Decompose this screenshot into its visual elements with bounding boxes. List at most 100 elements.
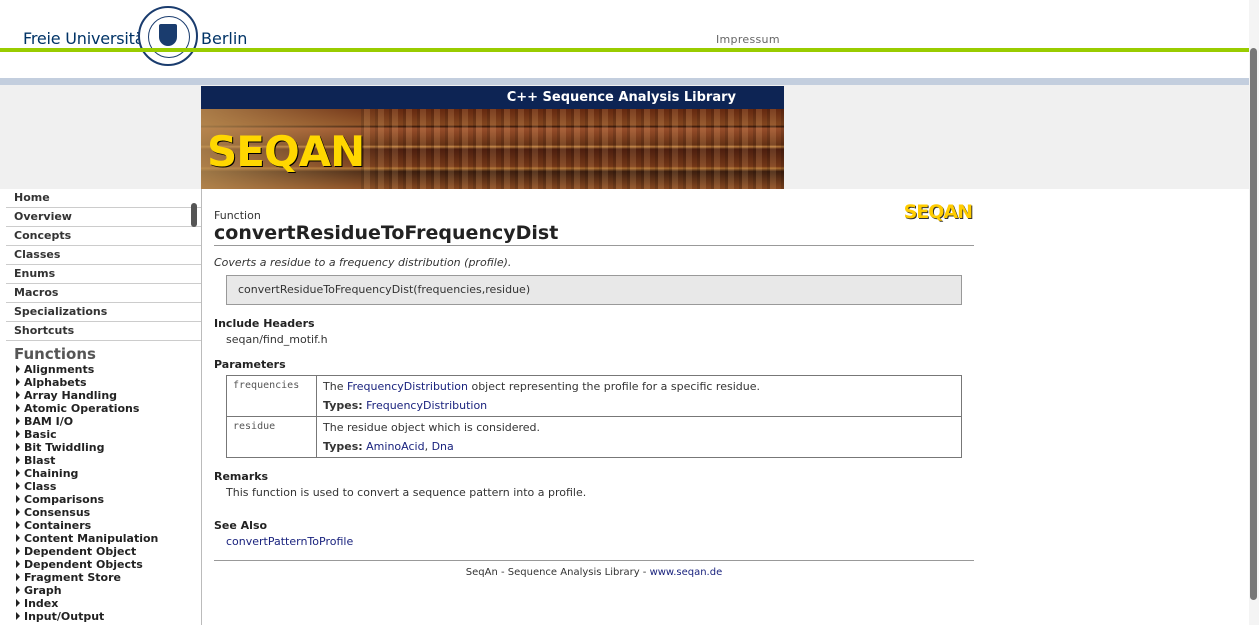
sidebar-nav: Home Overview Concepts Classes Enums Mac… (6, 189, 202, 625)
function-group-item[interactable]: Basic (6, 428, 201, 441)
banner-title: C++ Sequence Analysis Library (201, 86, 784, 109)
expand-triangle-icon (16, 534, 20, 542)
function-group-item[interactable]: Class (6, 480, 201, 493)
function-group-item[interactable]: Consensus (6, 506, 201, 519)
university-seal-icon[interactable] (138, 6, 198, 66)
function-group-item[interactable]: Bit Twiddling (6, 441, 201, 454)
banner: C++ Sequence Analysis Library SEQAN (201, 86, 784, 189)
expand-triangle-icon (16, 365, 20, 373)
expand-triangle-icon (16, 560, 20, 568)
function-group-item[interactable]: Input/Output (6, 610, 201, 623)
function-group-item[interactable]: Dependent Object (6, 545, 201, 558)
banner-area: C++ Sequence Analysis Library SEQAN (0, 85, 1259, 189)
function-group-item[interactable]: Content Manipulation (6, 532, 201, 545)
function-group-label: Class (24, 480, 57, 493)
expand-triangle-icon (16, 417, 20, 425)
table-row: frequencies The FrequencyDistribution ob… (226, 375, 962, 417)
expand-triangle-icon (16, 404, 20, 412)
university-name[interactable]: Freie Universität (23, 29, 151, 48)
type-link-dna[interactable]: Dna (432, 440, 454, 453)
nav-item-shortcuts[interactable]: Shortcuts (6, 322, 201, 341)
table-row: residue The residue object which is cons… (226, 416, 962, 458)
function-group-item[interactable]: Fragment Store (6, 571, 201, 584)
function-signature: convertResidueToFrequencyDist(frequencie… (226, 275, 962, 305)
function-group-label: Graph (24, 584, 62, 597)
function-group-label: Alignments (24, 363, 95, 376)
header-green-rule (0, 48, 1259, 52)
nav-item-home[interactable]: Home (6, 189, 201, 208)
function-group-item[interactable]: Graph (6, 584, 201, 597)
nav-item-overview[interactable]: Overview (6, 208, 201, 227)
function-group-label: Input/Output (24, 610, 105, 623)
function-group-item[interactable]: Alphabets (6, 376, 201, 389)
function-group-item[interactable]: Array Handling (6, 389, 201, 402)
function-group-label: Blast (24, 454, 56, 467)
doc-kind: Function (214, 209, 261, 222)
seqan-logo[interactable]: SEQAN (207, 127, 365, 176)
page-footer: SeqAn - Sequence Analysis Library - www.… (214, 567, 974, 578)
frequencydistribution-link[interactable]: FrequencyDistribution (347, 380, 468, 393)
doc-content: SEQAN Function convertResidueToFrequency… (214, 195, 974, 578)
doc-summary: Coverts a residue to a frequency distrib… (214, 256, 512, 269)
sidebar-scrollbar[interactable] (191, 203, 197, 227)
function-group-item[interactable]: Blast (6, 454, 201, 467)
function-group-item[interactable]: BAM I/O (6, 415, 201, 428)
function-group-label: Bit Twiddling (24, 441, 105, 454)
expand-triangle-icon (16, 482, 20, 490)
seqan-website-link[interactable]: www.seqan.de (650, 567, 723, 578)
function-group-item[interactable]: Comparisons (6, 493, 201, 506)
nav-item-specializations[interactable]: Specializations (6, 303, 201, 322)
type-link-aminoacid[interactable]: AminoAcid (366, 440, 424, 453)
function-group-label: Containers (24, 519, 92, 532)
function-group-label: Chaining (24, 467, 79, 480)
function-group-label: Dependent Objects (24, 558, 143, 571)
function-group-item[interactable]: Alignments (6, 363, 201, 376)
function-group-label: Dependent Object (24, 545, 137, 558)
types-label: Types: (323, 399, 363, 412)
window-scrollbar-thumb[interactable] (1250, 48, 1257, 600)
function-group-list: Alignments Alphabets Array Handling Atomic … (6, 363, 201, 623)
expand-triangle-icon (16, 521, 20, 529)
expand-triangle-icon (16, 443, 20, 451)
nav-item-enums[interactable]: Enums (6, 265, 201, 284)
param-desc-text: object representing the profile for a sp… (467, 380, 760, 393)
function-group-label: Consensus (24, 506, 91, 519)
expand-triangle-icon (16, 430, 20, 438)
param-description: The FrequencyDistribution object represe… (316, 375, 962, 417)
footer-text: SeqAn - Sequence Analysis Library - (465, 567, 650, 578)
footer-divider (214, 560, 974, 561)
function-group-label: Array Handling (24, 389, 118, 402)
site-header: Freie Universität Berlin Impressum (0, 0, 1259, 85)
include-headers-heading: Include Headers (214, 317, 315, 330)
impressum-link[interactable]: Impressum (716, 33, 780, 46)
see-also-link[interactable]: convertPatternToProfile (226, 535, 353, 548)
nav-item-concepts[interactable]: Concepts (6, 227, 201, 246)
expand-triangle-icon (16, 391, 20, 399)
type-link-frequencydistribution[interactable]: FrequencyDistribution (366, 399, 487, 412)
expand-triangle-icon (16, 599, 20, 607)
function-group-item[interactable]: Containers (6, 519, 201, 532)
param-description: The residue object which is considered. … (316, 416, 962, 458)
param-name: frequencies (226, 375, 317, 417)
expand-triangle-icon (16, 469, 20, 477)
banner-bookshelf-image: SEQAN (201, 109, 784, 189)
function-group-label: Index (24, 597, 59, 610)
function-group-item[interactable]: Chaining (6, 467, 201, 480)
function-group-label: Comparisons (24, 493, 105, 506)
expand-triangle-icon (16, 612, 20, 620)
param-desc-text: The residue object which is considered. (323, 421, 541, 434)
function-group-item[interactable]: Atomic Operations (6, 402, 201, 415)
function-group-item[interactable]: Index (6, 597, 201, 610)
expand-triangle-icon (16, 586, 20, 594)
nav-item-classes[interactable]: Classes (6, 246, 201, 265)
seqan-small-logo: SEQAN (903, 201, 973, 223)
expand-triangle-icon (16, 456, 20, 464)
function-group-item[interactable]: Dependent Objects (6, 558, 201, 571)
university-city[interactable]: Berlin (201, 29, 247, 48)
types-label: Types: (323, 440, 363, 453)
nav-item-macros[interactable]: Macros (6, 284, 201, 303)
parameters-table: frequencies The FrequencyDistribution ob… (226, 375, 962, 458)
function-group-label: Basic (24, 428, 57, 441)
header-blue-rule (0, 78, 1259, 85)
expand-triangle-icon (16, 378, 20, 386)
